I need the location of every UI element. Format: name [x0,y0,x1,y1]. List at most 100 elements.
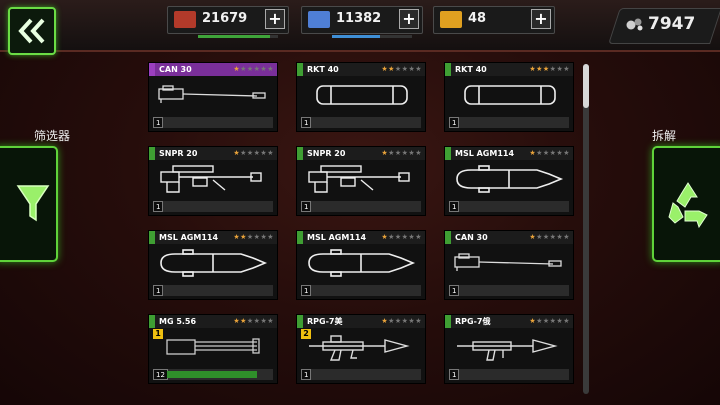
weapon-name: RPG-7俄 [455,317,491,326]
weapon-card[interactable]: MSL AGM114 ★★★★★★ 1 [148,230,278,300]
card-footer: 1 [449,285,569,296]
rpg-icon [309,335,410,361]
missile-icon [456,165,564,193]
quantity-badge: 1 [301,201,312,212]
rarity-stripe [297,315,303,328]
rarity-stripe [149,147,155,160]
rocket-icon [316,85,408,105]
add-crates-button[interactable]: + [265,9,285,29]
weapon-card[interactable]: CAN 30 ★★★★★★ 1 [444,230,574,300]
rocket-icon [464,85,556,105]
quantity-badge: 1 [449,285,460,296]
card-footer: 1 [153,285,273,296]
star-rating: ★★★★★★ [529,233,570,241]
sniper-icon [308,165,410,193]
gems-icon [626,18,643,31]
rarity-stripe [445,315,451,328]
cannon-icon [158,85,266,103]
resource-value: 11382 [336,11,382,26]
crate-icon [174,11,196,28]
quantity-badge: 1 [301,117,312,128]
resource-bar [198,35,278,38]
weapon-name: MSL AGM114 [455,149,515,158]
resource-steel: 11382 + [301,6,423,38]
weapon-card[interactable]: MSL AGM114 ★★★★★★ 1 [444,146,574,216]
weapon-name: CAN 30 [455,233,488,242]
cannon-icon [454,253,562,271]
resource-value: 48 [468,11,487,26]
weapon-card[interactable]: CAN 30 ★★★★★★ 1 [148,62,278,132]
back-button[interactable] [8,7,56,55]
star-rating: ★★★★★★ [529,149,570,157]
weapon-name: SNPR 20 [307,149,346,158]
filter-label: 筛选器 [34,129,71,143]
rarity-stripe [445,147,451,160]
dismantle-label: 拆解 [652,129,677,143]
card-footer: 1 [153,117,273,128]
quantity-badge: 12 [153,369,168,380]
weapon-name: MG 5.56 [159,317,197,326]
quantity-badge: 1 [449,201,460,212]
weapon-card[interactable]: SNPR 20 ★★★★★★ 1 [296,146,426,216]
star-rating: ★★★★★★ [381,317,422,325]
weapon-name: SNPR 20 [159,149,198,158]
scrollbar-track[interactable] [583,64,589,394]
quantity-badge: 1 [449,369,460,380]
progress-fill [167,371,257,378]
weapon-card[interactable]: SNPR 20 ★★★★★★ 1 [148,146,278,216]
card-footer: 1 [449,117,569,128]
gems-value: 7947 [648,14,696,34]
weapon-card[interactable]: RPG-7美 ★★★★★★ 2 1 [296,314,426,384]
double-chevron-left-icon [18,18,45,44]
star-rating: ★★★★★★ [233,317,274,325]
weapon-name: CAN 30 [159,65,192,74]
weapon-card[interactable]: MSL AGM114 ★★★★★★ 1 [296,230,426,300]
card-footer: 1 [449,369,569,380]
weapon-card[interactable]: RPG-7俄 ★★★★★★ 1 [444,314,574,384]
dismantle-button[interactable] [652,146,720,262]
star-rating: ★★★★★★ [529,65,570,73]
recycle-icon [668,182,708,229]
card-footer: 1 [301,369,421,380]
card-footer: 1 [153,201,273,212]
star-rating: ★★★★★★ [381,149,422,157]
rarity-stripe [445,63,451,76]
card-footer: 1 [301,201,421,212]
star-rating: ★★★★★★ [529,317,570,325]
rarity-stripe [297,231,303,244]
missile-icon [308,249,416,277]
star-rating: ★★★★★★ [233,65,274,73]
quantity-badge: 1 [153,285,164,296]
rarity-stripe [445,231,451,244]
quantity-badge: 1 [301,285,312,296]
card-footer: 12 [153,369,273,380]
rarity-stripe [297,147,303,160]
star-rating: ★★★★★★ [381,65,422,73]
weapon-card[interactable]: MG 5.56 ★★★★★★ 1 12 [148,314,278,384]
weapon-name: RKT 40 [307,65,339,74]
quantity-badge: 1 [153,201,164,212]
rarity-stripe [297,63,303,76]
add-steel-button[interactable]: + [399,9,419,29]
star-rating: ★★★★★★ [233,149,274,157]
resource-gold: 48 + [433,6,555,34]
card-footer: 1 [449,201,569,212]
weapon-name: MSL AGM114 [159,233,219,242]
funnel-icon [16,185,50,222]
weapon-card[interactable]: RKT 40 ★★★★★★ 1 [444,62,574,132]
resource-value: 21679 [202,11,248,26]
resource-bar [332,35,412,38]
weapon-name: RKT 40 [455,65,487,74]
star-rating: ★★★★★★ [381,233,422,241]
weapon-card[interactable]: RKT 40 ★★★★★★ 1 [296,62,426,132]
rpg2-icon [457,339,558,361]
inventory-grid: CAN 30 ★★★★★★ 1 RKT 40 ★★★★★★ 1 RKT 40 ★★★★★★ 1 S… [144,58,580,400]
sniper-icon [160,165,262,193]
rarity-stripe [149,315,155,328]
add-gold-button[interactable]: + [531,9,551,29]
card-footer: 1 [301,117,421,128]
rarity-stripe [149,63,155,76]
quantity-badge: 1 [153,117,164,128]
filter-button[interactable] [0,146,58,262]
scrollbar-thumb[interactable] [583,64,589,108]
